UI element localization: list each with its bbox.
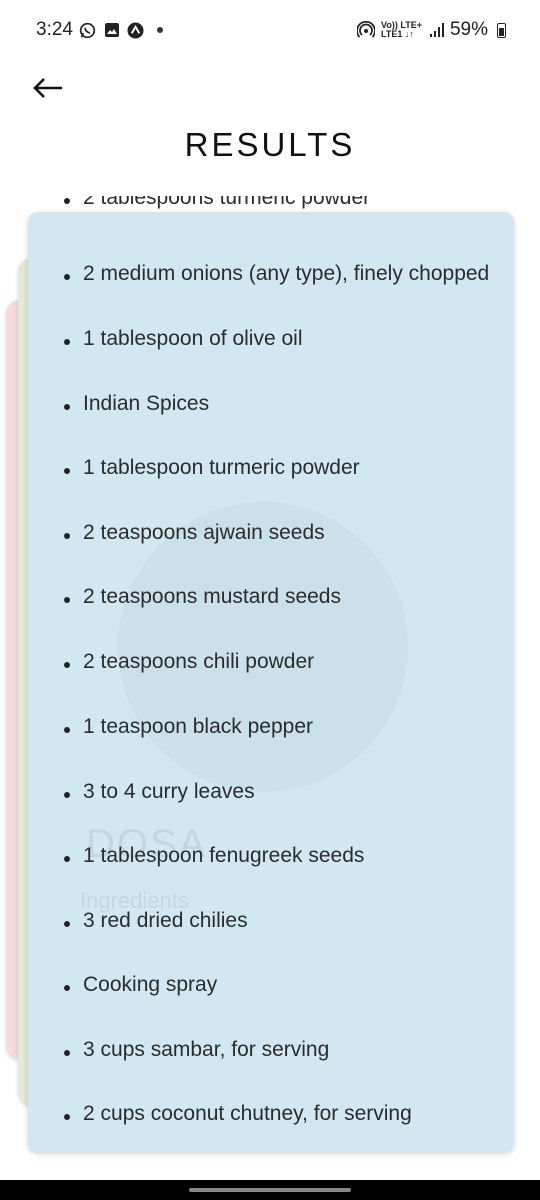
back-button[interactable]: [28, 68, 68, 108]
bullet-icon: [64, 727, 70, 733]
battery-icon: [497, 22, 506, 38]
bullet-icon: [64, 1114, 70, 1120]
bullet-icon: [64, 198, 70, 204]
bullet-icon: [64, 1050, 70, 1056]
list-item: 3 red dried chilies: [64, 901, 504, 941]
list-item: 2 cups coconut chutney, for serving: [64, 1094, 504, 1134]
clipped-ingredient-text: 2 tablespoons turmeric powder: [83, 196, 371, 209]
status-bar: 3:24 Vo)) LTE+ LTE1 ↓↑ 59%: [0, 0, 540, 60]
notification-dot-icon: [156, 27, 163, 33]
status-right: Vo)) LTE+ LTE1 ↓↑ 59%: [357, 19, 506, 41]
app-icon: [127, 21, 145, 39]
list-item: 1 teaspoon black pepper: [64, 707, 504, 747]
list-item: 2 teaspoons chili powder: [64, 642, 504, 682]
bullet-icon: [64, 339, 70, 345]
list-item: 1 tablespoon fenugreek seeds: [64, 836, 504, 876]
list-item: 3 to 4 curry leaves: [64, 772, 504, 812]
battery-percent: 59%: [449, 19, 488, 40]
bullet-icon: [64, 792, 70, 798]
list-item: Cooking spray: [64, 965, 504, 1005]
bullet-icon: [64, 597, 70, 603]
bullet-icon: [64, 921, 70, 927]
list-item: Indian Spices: [64, 384, 504, 424]
ingredients-card[interactable]: DOSA Ingredients 2 medium onions (any ty…: [28, 212, 514, 1152]
bullet-icon: [64, 468, 70, 474]
list-item: 1 tablespoon of olive oil: [64, 319, 504, 359]
list-item: 1 tablespoon turmeric powder: [64, 448, 504, 488]
list-item: 3 cups sambar, for serving: [64, 1030, 504, 1070]
list-item: 2 medium onions (any type), finely chopp…: [64, 254, 504, 294]
network-label-bottom: LTE1 ↓↑: [381, 29, 414, 39]
home-indicator[interactable]: [189, 1188, 351, 1192]
signal-icon: [429, 23, 444, 37]
list-item: 2 teaspoons mustard seeds: [64, 577, 504, 617]
page-title: RESULTS: [184, 126, 356, 163]
whatsapp-icon: [79, 21, 97, 39]
back-arrow-icon: [33, 78, 62, 98]
bullet-icon: [64, 274, 70, 280]
bullet-icon: [64, 662, 70, 668]
network-label: Vo)) LTE+ LTE1 ↓↑: [381, 21, 422, 39]
image-icon: [103, 21, 121, 39]
bullet-icon: [64, 985, 70, 991]
bullet-icon: [64, 533, 70, 539]
bullet-icon: [64, 856, 70, 862]
hotspot-icon: [357, 21, 376, 39]
status-time: 3:24: [36, 19, 73, 40]
status-left: 3:24: [36, 19, 163, 41]
bullet-icon: [64, 404, 70, 410]
list-item: 2 teaspoons ajwain seeds: [64, 513, 504, 553]
